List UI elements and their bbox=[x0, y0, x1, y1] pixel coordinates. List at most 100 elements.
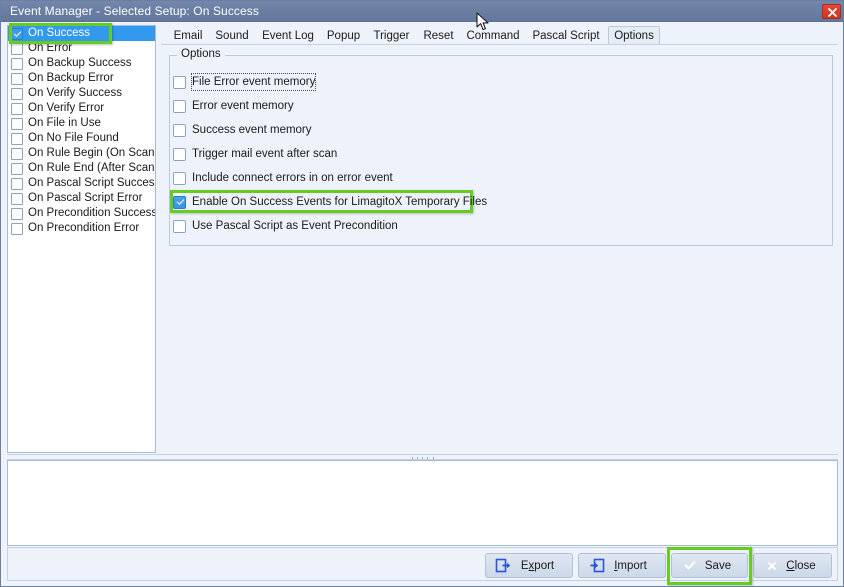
option-checkbox[interactable] bbox=[173, 147, 186, 161]
check-icon bbox=[681, 557, 698, 574]
event-list-item-label: On Error bbox=[28, 42, 73, 54]
option-checkbox[interactable] bbox=[173, 99, 186, 113]
tab-pascal-script[interactable]: Pascal Script bbox=[527, 26, 605, 45]
tab-label: Options bbox=[614, 29, 654, 42]
event-list-item-label: On Success bbox=[28, 27, 90, 39]
tab-reset[interactable]: Reset bbox=[418, 26, 459, 45]
option-checkbox-label: Include connect errors in on error event bbox=[192, 172, 393, 184]
event-list-item-label: On Precondition Success bbox=[28, 207, 156, 219]
event-list-item-checkbox[interactable] bbox=[11, 192, 23, 205]
import-icon bbox=[588, 557, 605, 574]
tab-event-log[interactable]: Event Log bbox=[257, 26, 319, 45]
event-list-item-label: On Rule End (After Scan) bbox=[28, 162, 156, 174]
close-button[interactable]: Close bbox=[753, 553, 832, 578]
tab-sound[interactable]: Sound bbox=[210, 26, 254, 45]
tab-label: Reset bbox=[423, 29, 454, 42]
event-list-item-label: On No File Found bbox=[28, 132, 119, 144]
event-list-item-checkbox[interactable] bbox=[11, 42, 23, 55]
event-list-item[interactable]: On Rule Begin (On Scan) bbox=[8, 146, 155, 161]
event-list-item-checkbox[interactable] bbox=[11, 162, 23, 175]
event-list-item[interactable]: On Success bbox=[8, 26, 155, 41]
close-button-label: Close bbox=[786, 559, 816, 572]
option-checkbox[interactable] bbox=[173, 123, 186, 137]
splitter-grip bbox=[411, 457, 434, 459]
event-list-item-label: On Pascal Script Error bbox=[28, 192, 143, 204]
tab-label: Event Log bbox=[262, 29, 314, 42]
cancel-icon bbox=[763, 557, 780, 574]
window-close-button[interactable] bbox=[822, 4, 841, 19]
tab-label: Pascal Script bbox=[532, 29, 600, 42]
close-icon bbox=[828, 8, 837, 17]
option-checkbox-label: Use Pascal Script as Event Precondition bbox=[192, 220, 398, 232]
log-panel bbox=[7, 460, 838, 546]
option-checkbox-row[interactable]: Error event memory bbox=[173, 98, 294, 114]
tab-label: Sound bbox=[215, 29, 249, 42]
export-button[interactable]: Export bbox=[485, 553, 573, 578]
tab-strip[interactable]: Email Sound Event Log Popup Trigger Reset Comm… bbox=[161, 26, 837, 45]
event-list-item-label: On Verify Success bbox=[28, 87, 122, 99]
option-checkbox-label: Enable On Success Events for LimagitoX T… bbox=[192, 196, 488, 208]
event-list-item-checkbox[interactable] bbox=[11, 207, 23, 220]
event-list-item-checkbox[interactable] bbox=[11, 177, 23, 190]
options-groupbox-legend: Options bbox=[177, 48, 225, 60]
event-list-item-label: On Verify Error bbox=[28, 102, 105, 114]
option-checkbox-label: Success event memory bbox=[192, 124, 312, 136]
option-checkbox-row[interactable]: Enable On Success Events for LimagitoX T… bbox=[173, 194, 487, 210]
event-list-item-checkbox[interactable] bbox=[11, 102, 23, 115]
save-button[interactable]: Save bbox=[671, 553, 748, 578]
option-checkbox-label: Trigger mail event after scan bbox=[192, 148, 338, 160]
event-list-item[interactable]: On Precondition Error bbox=[8, 221, 155, 236]
event-type-list[interactable]: On Success On Error On Backup Success On Ba… bbox=[7, 25, 156, 453]
option-checkbox-row[interactable]: Use Pascal Script as Event Precondition bbox=[173, 218, 398, 234]
tab-popup[interactable]: Popup bbox=[322, 26, 365, 45]
event-list-item[interactable]: On Backup Success bbox=[8, 56, 155, 71]
option-checkbox-row[interactable]: File Error event memory bbox=[173, 73, 317, 91]
event-list-item-label: On Precondition Error bbox=[28, 222, 140, 234]
event-list-item-checkbox[interactable] bbox=[11, 147, 23, 160]
option-checkbox-row[interactable]: Success event memory bbox=[173, 122, 312, 138]
import-button[interactable]: Import bbox=[578, 553, 666, 578]
event-list-item[interactable]: On Verify Error bbox=[8, 101, 155, 116]
option-checkbox-row[interactable]: Trigger mail event after scan bbox=[173, 146, 337, 162]
option-checkbox[interactable] bbox=[173, 195, 186, 209]
event-list-item-checkbox[interactable] bbox=[11, 132, 23, 145]
import-button-label: Import bbox=[614, 559, 647, 572]
event-list-item-label: On Rule Begin (On Scan) bbox=[28, 147, 156, 159]
event-manager-window: Event Manager - Selected Setup: On Succe… bbox=[0, 0, 844, 587]
event-list-item[interactable]: On Verify Success bbox=[8, 86, 155, 101]
title-bar[interactable]: Event Manager - Selected Setup: On Succe… bbox=[1, 1, 843, 22]
event-list-item[interactable]: On Rule End (After Scan) bbox=[8, 161, 155, 176]
window-title: Event Manager - Selected Setup: On Succe… bbox=[10, 4, 259, 18]
option-checkbox[interactable] bbox=[173, 171, 186, 185]
event-list-item[interactable]: On No File Found bbox=[8, 131, 155, 146]
option-checkbox-label: File Error event memory bbox=[190, 73, 317, 91]
event-list-item-checkbox[interactable] bbox=[11, 57, 23, 70]
tab-strip-underline bbox=[161, 44, 837, 45]
option-checkbox[interactable] bbox=[173, 219, 186, 233]
option-checkbox-row[interactable]: Include connect errors in on error event bbox=[173, 170, 393, 186]
event-list-item[interactable]: On Precondition Success bbox=[8, 206, 155, 221]
tab-label: Popup bbox=[326, 29, 361, 42]
event-list-item[interactable]: On Pascal Script Error bbox=[8, 191, 155, 206]
event-list-item-checkbox[interactable] bbox=[11, 72, 23, 85]
tab-trigger[interactable]: Trigger bbox=[368, 26, 415, 45]
event-list-item-checkbox[interactable] bbox=[11, 117, 23, 130]
save-button-label: Save bbox=[704, 559, 732, 572]
tab-email[interactable]: Email bbox=[169, 26, 207, 45]
option-checkbox-label: Error event memory bbox=[192, 100, 294, 112]
event-list-item[interactable]: On Pascal Script Success bbox=[8, 176, 155, 191]
event-list-item[interactable]: On Backup Error bbox=[8, 71, 155, 86]
event-list-item-checkbox[interactable] bbox=[11, 27, 23, 40]
button-bar: Export Import Save Close bbox=[7, 547, 838, 581]
tab-label: Command bbox=[466, 29, 520, 42]
tab-options[interactable]: Options bbox=[608, 26, 660, 45]
tab-label: Email bbox=[173, 29, 203, 42]
event-list-item[interactable]: On File in Use bbox=[8, 116, 155, 131]
tab-command[interactable]: Command bbox=[462, 26, 524, 45]
option-checkbox[interactable] bbox=[173, 75, 186, 89]
event-list-item[interactable]: On Error bbox=[8, 41, 155, 56]
event-list-item-label: On Backup Error bbox=[28, 72, 114, 84]
tab-label: Trigger bbox=[373, 29, 410, 42]
event-list-item-checkbox[interactable] bbox=[11, 222, 23, 235]
event-list-item-checkbox[interactable] bbox=[11, 87, 23, 100]
